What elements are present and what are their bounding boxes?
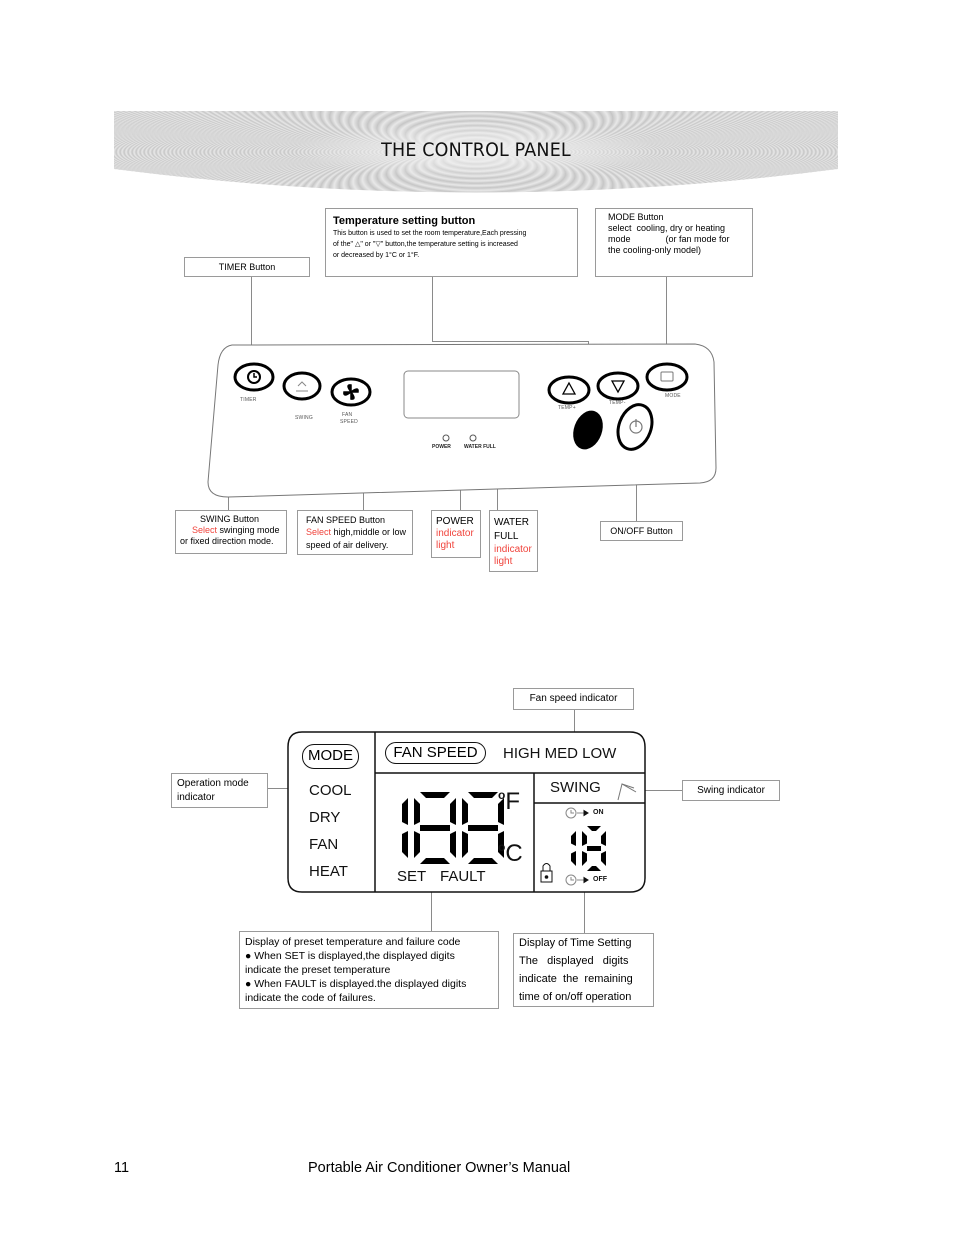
fan-speed-indicator-text: Fan speed indicator [529, 693, 618, 704]
preset-line-3: indicate the preset temperature [245, 964, 391, 976]
preset-callout: Display of preset temperature and failur… [239, 931, 499, 1009]
swing-lcd-label: SWING [550, 779, 601, 796]
time-setting-line-4: time of on/off operation [519, 991, 632, 1003]
operation-mode-callout: Operation mode indicator [171, 773, 268, 808]
operation-mode-text-1: Operation mode [177, 778, 249, 789]
swing-indicator-callout: Swing indicator [682, 780, 780, 801]
unit-celsius: oC [498, 840, 523, 867]
preset-line-1: Display of preset temperature and failur… [245, 936, 461, 948]
segment-g [420, 825, 450, 831]
unit-f-text: F [505, 788, 521, 815]
fan-speed-pill: FAN SPEED [385, 742, 486, 764]
mode-cool: COOL [309, 782, 352, 799]
swing-indicator-text: Swing indicator [697, 785, 765, 796]
footer-title: Portable Air Conditioner Owner’s Manual [308, 1160, 571, 1176]
segment-g [587, 846, 601, 851]
timer-on-label: ON [593, 809, 604, 816]
mode-pill-label: MODE [308, 747, 353, 764]
fault-label: FAULT [440, 868, 486, 885]
operation-mode-text-2: indicator [177, 792, 215, 803]
mode-pill: MODE [302, 744, 359, 769]
unit-fahrenheit: oF [498, 788, 521, 815]
set-label: SET [397, 868, 427, 885]
fan-speed-levels: HIGH MED LOW [503, 745, 617, 762]
preset-line-4: ● When FAULT is displayed.the displayed … [245, 978, 467, 990]
fan-speed-indicator-callout: Fan speed indicator [513, 688, 634, 710]
preset-line-5: indicate the code of failures. [245, 992, 376, 1004]
timer-off-label: OFF [593, 876, 607, 883]
time-setting-line-3: indicate the remaining [519, 973, 633, 985]
time-setting-line-1: Display of Time Setting [519, 937, 632, 949]
preset-line-2: ● When SET is displayed,the displayed di… [245, 950, 455, 962]
unit-c-text: C [505, 840, 523, 867]
mode-fan: FAN [309, 836, 339, 853]
mode-heat: HEAT [309, 863, 348, 880]
segment-g [468, 825, 498, 831]
time-setting-line-2: The displayed digits [519, 955, 629, 967]
mode-dry: DRY [309, 809, 341, 826]
page-number: 11 [114, 1160, 130, 1176]
lcd-drawing [287, 731, 646, 893]
time-setting-callout: Display of Time Setting The displayed di… [513, 933, 654, 1007]
fan-speed-pill-label: FAN SPEED [393, 744, 478, 761]
